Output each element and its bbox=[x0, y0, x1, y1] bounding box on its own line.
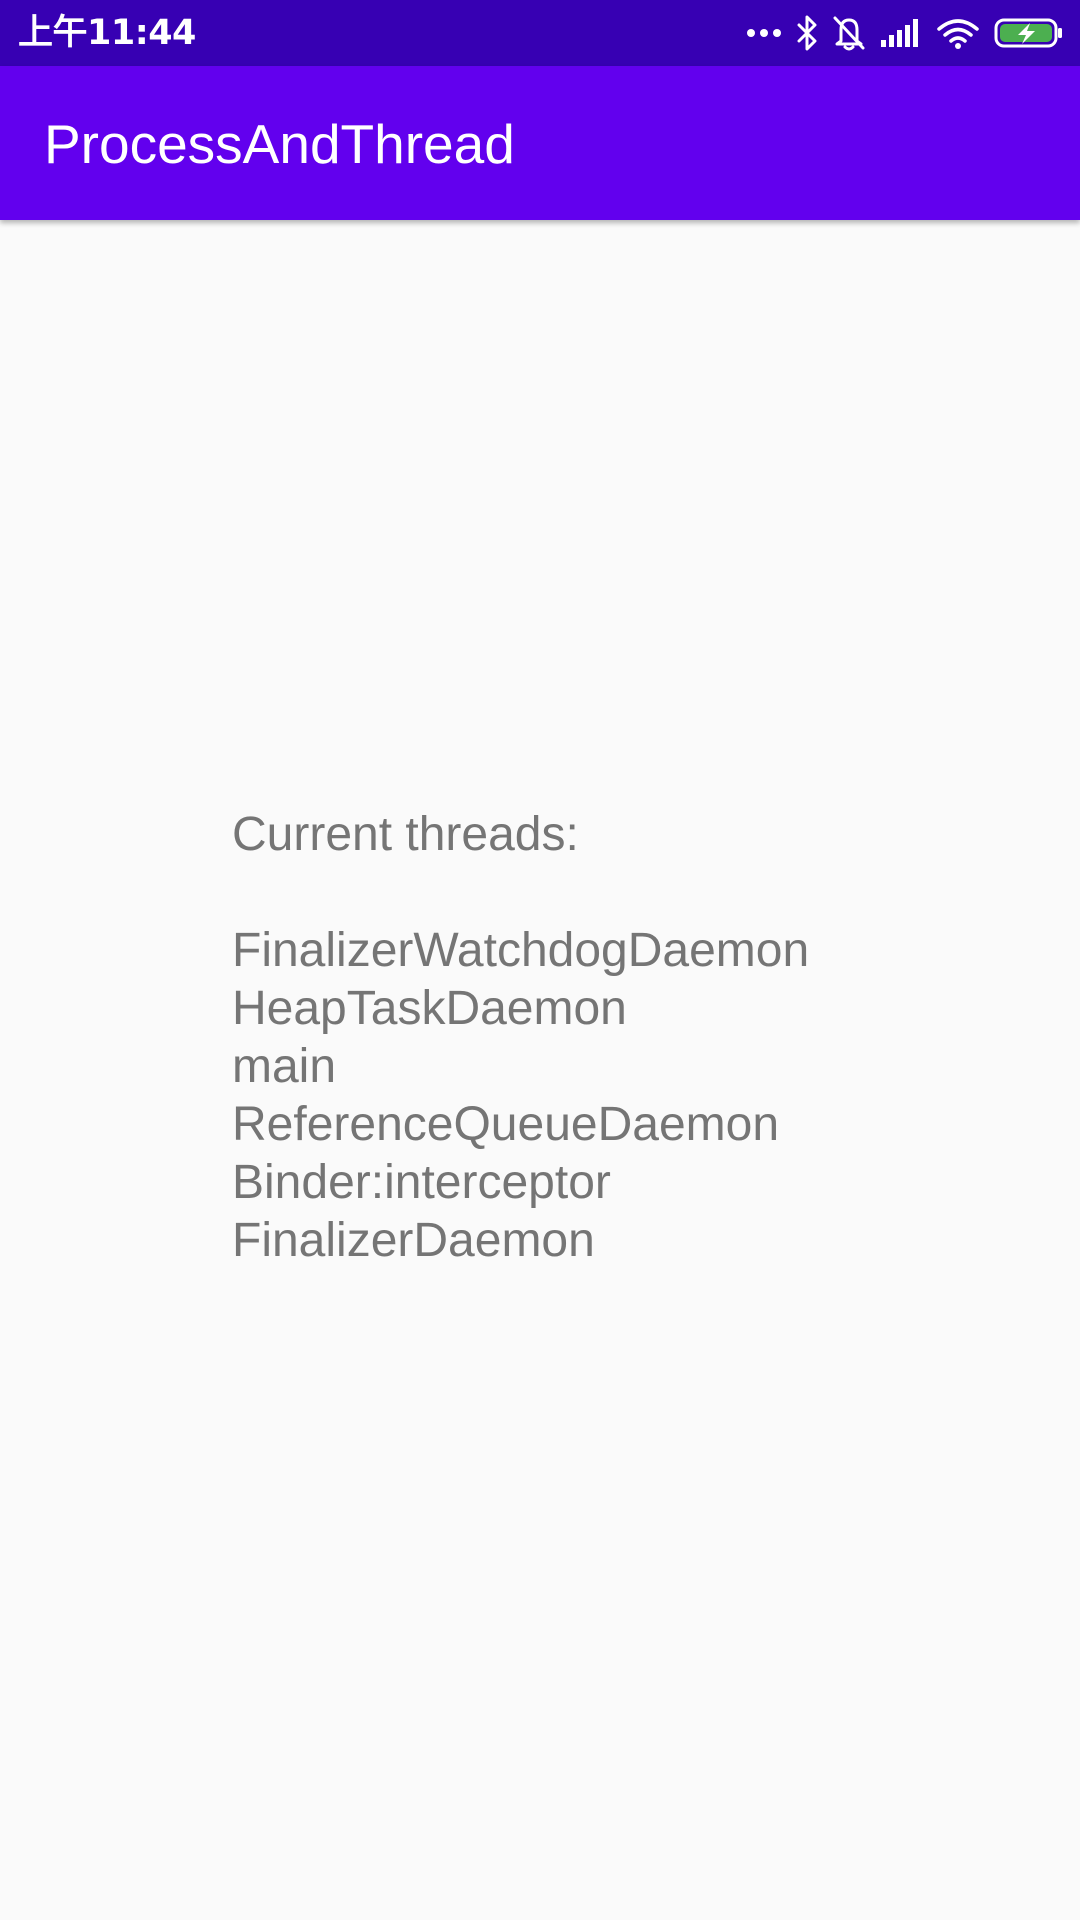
thread-list: FinalizerWatchdogDaemon HeapTaskDaemon m… bbox=[232, 922, 809, 1270]
bell-off-icon bbox=[832, 15, 866, 51]
app-title: ProcessAndThread bbox=[44, 113, 515, 175]
thread-info-text: Current threads: FinalizerWatchdogDaemon… bbox=[232, 806, 809, 1270]
wifi-icon bbox=[936, 16, 980, 50]
status-bar: 上午11:44 bbox=[0, 0, 1080, 66]
battery-charging-icon bbox=[994, 17, 1064, 49]
threads-heading: Current threads: bbox=[232, 808, 579, 861]
more-dots-icon bbox=[746, 27, 782, 39]
thread-item: FinalizerDaemon bbox=[232, 1214, 595, 1267]
thread-item: HeapTaskDaemon bbox=[232, 982, 627, 1035]
app-bar: ProcessAndThread bbox=[0, 66, 1080, 220]
main-content: Current threads: FinalizerWatchdogDaemon… bbox=[0, 220, 1080, 1920]
thread-item: main bbox=[232, 1040, 337, 1093]
thread-item: FinalizerWatchdogDaemon bbox=[232, 924, 810, 977]
signal-icon bbox=[880, 18, 922, 48]
status-time: 上午11:44 bbox=[18, 13, 196, 53]
thread-item: ReferenceQueueDaemon bbox=[232, 1098, 780, 1151]
thread-item: Binder:interceptor bbox=[232, 1156, 611, 1209]
status-icons bbox=[732, 13, 1064, 53]
bluetooth-icon bbox=[796, 15, 818, 51]
